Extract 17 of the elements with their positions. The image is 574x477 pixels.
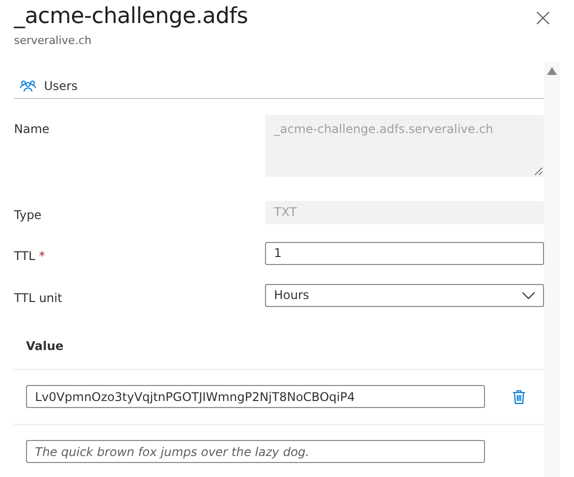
field-label: Type xyxy=(14,208,42,222)
value-field[interactable]: The quick brown fox jumps over the lazy dog. xyxy=(26,440,485,463)
users-tab[interactable]: Users xyxy=(14,74,78,98)
ttl-unit-dropdown[interactable]: Hours xyxy=(265,284,544,306)
ttl-field[interactable]: 1 xyxy=(265,242,544,264)
value-heading: Value xyxy=(14,318,544,370)
users-icon xyxy=(20,80,36,92)
field-label: TTL unit xyxy=(14,290,62,304)
required-marker: * xyxy=(38,248,45,262)
value-field[interactable]: Lv0VpmnOzo3tyVqjtnPGOTJIWmngP2NjT8NoCBOqiP4 xyxy=(26,385,485,408)
scroll-up-icon[interactable] xyxy=(547,67,557,75)
panel-title: _acme-challenge.adfs xyxy=(14,3,248,31)
chevron-down-icon xyxy=(522,292,535,298)
field-label: TTL xyxy=(14,248,36,262)
field-label: Name xyxy=(14,122,50,136)
panel-subtitle: serveralive.ch xyxy=(14,33,92,49)
delete-icon[interactable] xyxy=(513,390,525,404)
